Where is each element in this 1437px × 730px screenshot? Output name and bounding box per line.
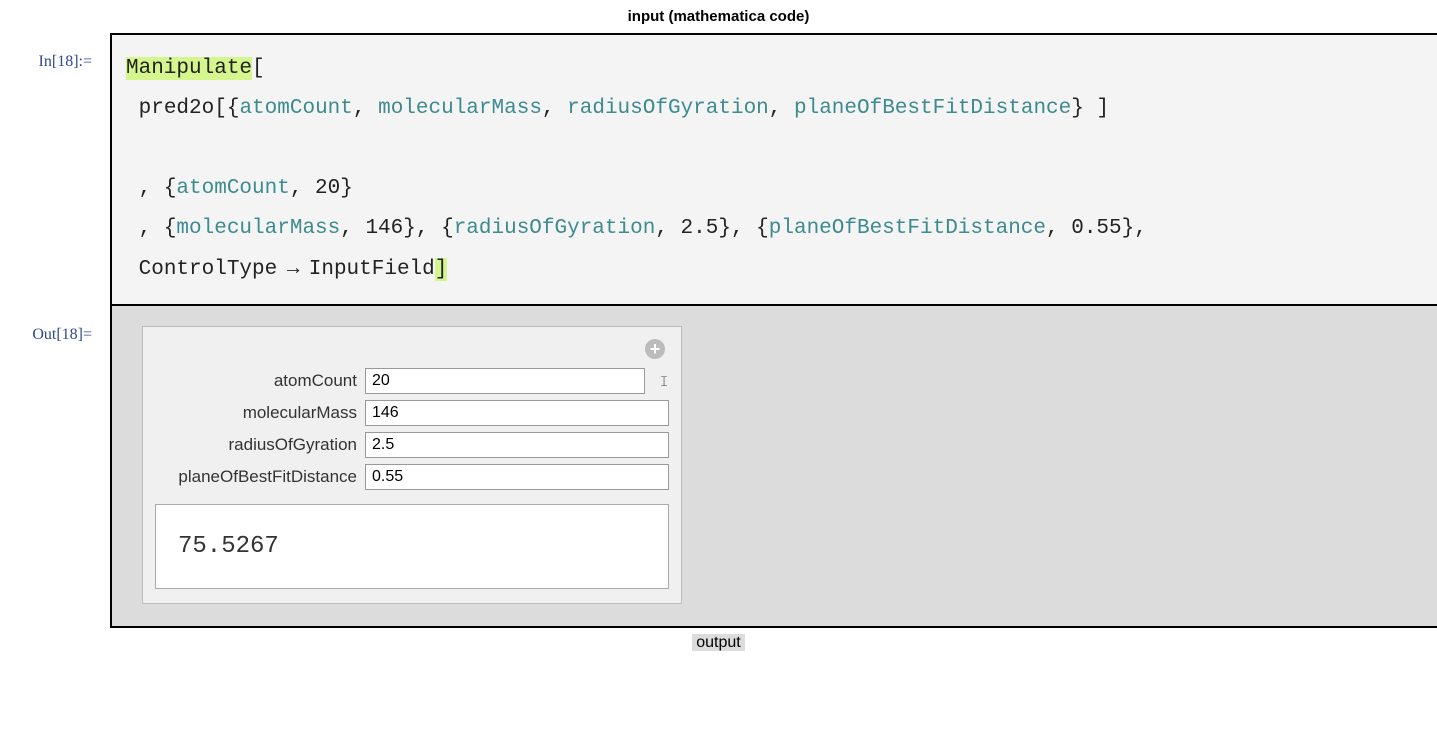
molecularmass-input[interactable]: [365, 400, 669, 426]
symbol-radiusofgyration: radiusOfGyration: [454, 217, 656, 240]
manipulate-symbol: Manipulate: [126, 57, 252, 80]
manipulate-panel: + atomCount 𝙸 molecularMass radiusOfGyra…: [142, 326, 682, 604]
symbol-atomcount: atomCount: [239, 97, 352, 120]
code-text: ControlType: [139, 258, 278, 281]
symbol-atomcount: atomCount: [176, 177, 289, 200]
control-label: molecularMass: [155, 403, 365, 423]
output-section-label: output: [0, 628, 1437, 658]
symbol-planeofbestfitdistance: planeOfBestFitDistance: [794, 97, 1071, 120]
rule-arrow: →: [277, 255, 309, 279]
code-text: , 20}: [290, 177, 353, 200]
code-blank-line: [126, 129, 1427, 169]
code-text: , 0.55},: [1046, 217, 1147, 240]
code-text: [: [252, 57, 265, 80]
in-cell-label: In[18]:=: [0, 33, 110, 71]
code-line-5: ControlType → InputField]: [126, 248, 1427, 290]
control-label: radiusOfGyration: [155, 435, 365, 455]
radiusofgyration-input[interactable]: [365, 432, 669, 458]
code-text: , {: [416, 217, 454, 240]
code-text: , {: [139, 217, 177, 240]
code-text: ,: [769, 97, 794, 120]
code-text: , 2.5}: [655, 217, 731, 240]
code-text: } ]: [1071, 97, 1109, 120]
code-line-2: pred2o[{atomCount, molecularMass, radius…: [126, 89, 1427, 129]
code-text: InputField: [309, 258, 435, 281]
out-cell-label: Out[18]=: [0, 306, 110, 344]
add-controls-icon[interactable]: +: [645, 339, 665, 359]
symbol-planeofbestfitdistance: planeOfBestFitDistance: [769, 217, 1046, 240]
code-text: , 146}: [340, 217, 416, 240]
control-row-atomcount: atomCount 𝙸: [155, 368, 669, 394]
code-line-3: , {atomCount, 20}: [126, 169, 1427, 209]
planeofbestfitdistance-input[interactable]: [365, 464, 669, 490]
control-row-radiusofgyration: radiusOfGyration: [155, 432, 669, 458]
code-text: ,: [353, 97, 378, 120]
code-text: pred2o: [139, 97, 215, 120]
symbol-molecularmass: molecularMass: [378, 97, 542, 120]
code-text: [{: [214, 97, 239, 120]
code-text: , {: [731, 217, 769, 240]
close-bracket: ]: [435, 258, 448, 281]
code-text: ,: [542, 97, 567, 120]
control-label: planeOfBestFitDistance: [155, 467, 365, 487]
input-section-label: input (mathematica code): [0, 0, 1437, 33]
output-cell: + atomCount 𝙸 molecularMass radiusOfGyra…: [110, 306, 1437, 628]
code-line-1: Manipulate[: [126, 49, 1427, 89]
code-text: , {: [139, 177, 177, 200]
text-cursor-icon: 𝙸: [659, 373, 669, 390]
atomcount-input[interactable]: [365, 368, 645, 394]
code-line-4: , {molecularMass, 146}, {radiusOfGyratio…: [126, 209, 1427, 249]
control-row-planeofbestfitdistance: planeOfBestFitDistance: [155, 464, 669, 490]
input-cell[interactable]: Manipulate[ pred2o[{atomCount, molecular…: [110, 33, 1437, 306]
symbol-molecularmass: molecularMass: [176, 217, 340, 240]
control-row-molecularmass: molecularMass: [155, 400, 669, 426]
notebook: In[18]:= Manipulate[ pred2o[{atomCount, …: [0, 33, 1437, 628]
symbol-radiusofgyration: radiusOfGyration: [567, 97, 769, 120]
control-label: atomCount: [155, 371, 365, 391]
manipulate-header: +: [155, 337, 669, 368]
manipulate-result: 75.5267: [155, 504, 669, 589]
